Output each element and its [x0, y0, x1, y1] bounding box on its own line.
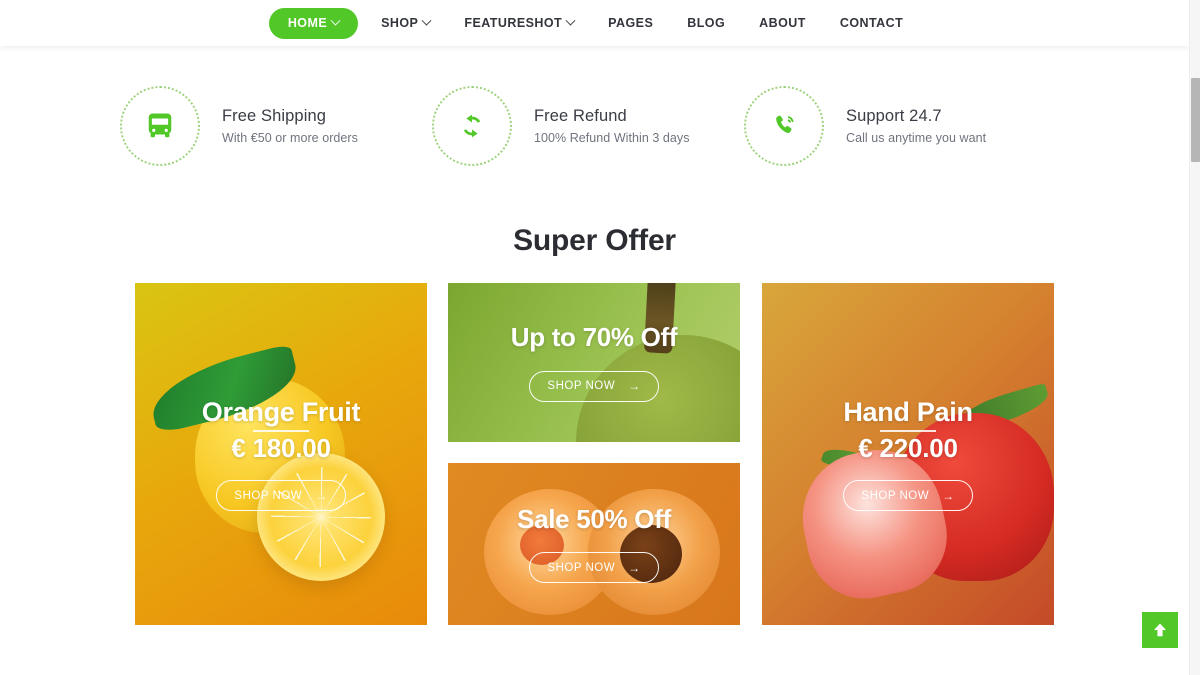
arrow-right-icon: →	[315, 488, 328, 503]
nav-item-featureshot[interactable]: FEATURESHOT	[447, 15, 591, 30]
card-price: € 180.00	[231, 433, 331, 464]
title-divider	[880, 430, 936, 433]
feature-subtitle: With €50 or more orders	[222, 131, 358, 145]
feature-title: Free Shipping	[222, 107, 327, 125]
page-title: Super Offer	[513, 224, 676, 257]
shop-now-label: SHOP NOW	[547, 561, 616, 574]
feature-subtitle: 100% Refund Within 3 days	[534, 131, 690, 145]
chevron-down-icon	[421, 15, 432, 26]
arrow-right-icon: →	[628, 560, 641, 575]
shop-now-button[interactable]: SHOP NOW →	[216, 480, 346, 512]
offer-card-hand-pain[interactable]: Hand Pain € 220.00 SHOP NOW →	[762, 283, 1054, 625]
arrow-up-icon	[1154, 623, 1166, 637]
card-content: Hand Pain € 220.00 SHOP NOW →	[762, 283, 1054, 625]
chevron-down-icon	[565, 15, 576, 26]
nav-item-label: FEATURESHOT	[464, 16, 563, 30]
feature-icon-circle	[120, 86, 200, 166]
shop-now-label: SHOP NOW	[547, 380, 616, 393]
nav-item-contact[interactable]: CONTACT	[823, 16, 920, 30]
nav-item-about[interactable]: ABOUT	[742, 16, 823, 30]
card-content: Orange Fruit € 180.00 SHOP NOW →	[135, 283, 427, 625]
feature-subtitle: Call us anytime you want	[846, 131, 987, 145]
card-content: Sale 50% Off SHOP NOW →	[448, 463, 740, 625]
card-price: € 220.00	[858, 433, 958, 464]
nav-item-label: CONTACT	[839, 16, 904, 30]
shop-now-label: SHOP NOW	[861, 489, 930, 502]
feature-title: Free Refund	[534, 107, 627, 125]
shop-now-button[interactable]: SHOP NOW →	[529, 370, 659, 402]
feature-support: Support 24.7 Call us anytime you want	[744, 86, 1056, 166]
feature-free-refund: Free Refund 100% Refund Within 3 days	[432, 86, 744, 166]
offer-card-sale-50-off[interactable]: Sale 50% Off SHOP NOW →	[448, 463, 740, 625]
shop-now-button[interactable]: SHOP NOW →	[843, 480, 973, 512]
site-header: HOME SHOP FEATURESHOT PAGES BLOG ABOUT C…	[0, 0, 1189, 46]
nav-item-pages[interactable]: PAGES	[591, 16, 670, 30]
nav-item-shop[interactable]: SHOP	[364, 15, 447, 30]
offer-card-up-to-70-off[interactable]: Up to 70% Off SHOP NOW →	[448, 283, 740, 442]
page-scrollbar[interactable]	[1189, 0, 1200, 675]
refresh-icon	[463, 114, 481, 138]
title-divider	[253, 430, 309, 433]
card-content: Up to 70% Off SHOP NOW →	[448, 283, 740, 442]
card-title: Hand Pain	[843, 396, 973, 427]
main-navigation: HOME SHOP FEATURESHOT PAGES BLOG ABOUT C…	[0, 0, 1189, 46]
phone-ring-icon	[776, 115, 794, 134]
nav-item-label: BLOG	[687, 16, 726, 30]
card-title: Up to 70% Off	[510, 322, 678, 353]
nav-item-label: PAGES	[608, 16, 654, 30]
offer-grid: Orange Fruit € 180.00 SHOP NOW → Up to 7…	[135, 283, 1054, 625]
features-strip: Free Shipping With €50 or more orders Fr…	[0, 46, 1189, 206]
shop-now-label: SHOP NOW	[234, 489, 303, 502]
nav-item-label: HOME	[287, 16, 328, 30]
card-title: Orange Fruit	[201, 396, 361, 427]
chevron-down-icon	[330, 15, 341, 26]
bus-icon	[148, 113, 172, 138]
offer-card-orange-fruit[interactable]: Orange Fruit € 180.00 SHOP NOW →	[135, 283, 427, 625]
scrollbar-thumb[interactable]	[1191, 78, 1200, 162]
feature-free-shipping: Free Shipping With €50 or more orders	[120, 86, 432, 166]
nav-item-label: ABOUT	[759, 16, 806, 30]
feature-text: Support 24.7 Call us anytime you want	[846, 107, 986, 145]
arrow-right-icon: →	[942, 488, 955, 503]
arrow-right-icon: →	[628, 379, 641, 394]
feature-text: Free Refund 100% Refund Within 3 days	[534, 107, 690, 145]
feature-text: Free Shipping With €50 or more orders	[222, 107, 358, 145]
scroll-to-top-button[interactable]	[1142, 612, 1178, 648]
nav-item-label: SHOP	[381, 16, 419, 30]
feature-icon-circle	[432, 86, 512, 166]
nav-item-home[interactable]: HOME	[268, 7, 359, 39]
feature-title: Support 24.7	[846, 107, 942, 125]
nav-item-blog[interactable]: BLOG	[670, 16, 742, 30]
feature-icon-circle	[744, 86, 824, 166]
shop-now-button[interactable]: SHOP NOW →	[529, 552, 659, 584]
card-title: Sale 50% Off	[517, 503, 671, 534]
